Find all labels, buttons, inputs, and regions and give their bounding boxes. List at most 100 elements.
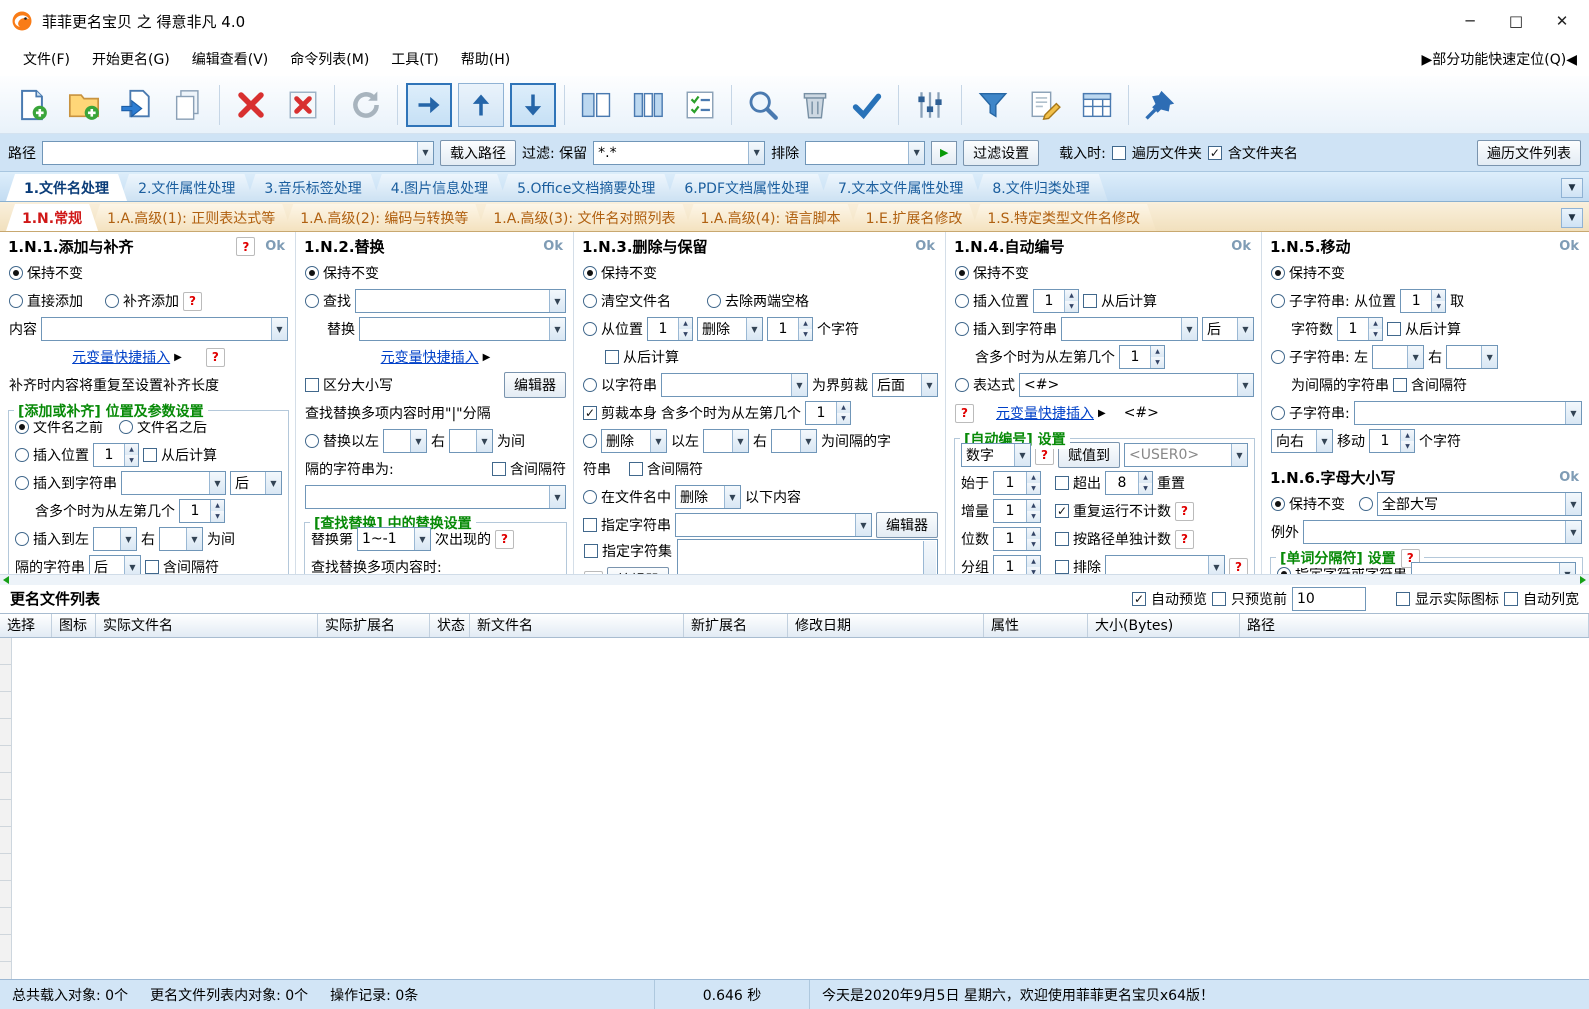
start-spinner[interactable]: 1 bbox=[993, 471, 1041, 495]
nth-occurrence-spinner[interactable]: 1 bbox=[179, 499, 225, 523]
digits-spinner[interactable]: 1 bbox=[993, 527, 1041, 551]
more-main-tabs-button[interactable]: ▼ bbox=[1561, 178, 1583, 198]
from-position-spinner[interactable]: 1 bbox=[1400, 289, 1447, 313]
dropdown-arrow-icon[interactable] bbox=[1237, 318, 1253, 340]
dropdown-arrow-icon[interactable] bbox=[1316, 430, 1332, 452]
radio-by-string[interactable] bbox=[583, 378, 597, 392]
copy-list-button[interactable] bbox=[162, 80, 214, 130]
ok-button[interactable]: Ok bbox=[261, 239, 289, 254]
spin-down-icon[interactable] bbox=[1027, 511, 1040, 522]
tab-pdf-properties[interactable]: 6.PDF文档属性处理 bbox=[666, 174, 827, 201]
dropdown-arrow-icon[interactable] bbox=[549, 318, 565, 340]
auto-width-checkbox[interactable] bbox=[1504, 591, 1518, 606]
spin-up-icon[interactable] bbox=[1432, 290, 1446, 301]
path-combobox[interactable] bbox=[42, 140, 434, 165]
quick-locate-link[interactable]: ▶部分功能快速定位(Q)◀ bbox=[1422, 49, 1577, 69]
help-button[interactable]: ? bbox=[955, 403, 974, 423]
spin-up-icon[interactable] bbox=[125, 444, 138, 455]
spin-down-icon[interactable] bbox=[679, 329, 692, 340]
replacement-combobox[interactable] bbox=[305, 485, 566, 509]
dropdown-arrow-icon[interactable] bbox=[855, 514, 871, 536]
tab-image-info[interactable]: 4.图片信息处理 bbox=[373, 174, 506, 201]
filter-flag-button[interactable] bbox=[967, 80, 1019, 130]
no-repeat-count-checkbox[interactable] bbox=[1055, 504, 1069, 518]
charset-textarea[interactable] bbox=[677, 539, 938, 574]
ok-button[interactable]: Ok bbox=[1555, 470, 1583, 485]
spin-up-icon[interactable] bbox=[1151, 346, 1164, 357]
exclude-combobox[interactable] bbox=[1105, 555, 1225, 574]
overflow-spinner[interactable]: 8 bbox=[1105, 471, 1153, 495]
dropdown-arrow-icon[interactable] bbox=[271, 318, 287, 340]
meta-insert-link[interactable]: 元变量快捷插入 bbox=[381, 347, 479, 367]
radio-from-position[interactable] bbox=[583, 322, 597, 336]
ok-button[interactable]: Ok bbox=[1555, 239, 1583, 254]
radio-trim-spaces[interactable] bbox=[707, 294, 721, 308]
meta-insert-link[interactable]: 元变量快捷插入 bbox=[996, 403, 1094, 423]
column-header-select[interactable]: 选择 bbox=[0, 613, 52, 637]
find-combobox[interactable] bbox=[355, 289, 566, 313]
include-separator-checkbox[interactable] bbox=[1393, 378, 1407, 392]
dropdown-arrow-icon[interactable] bbox=[476, 430, 492, 452]
subtab-encoding[interactable]: 1.A.高级(2): 编码与转换等 bbox=[284, 204, 484, 231]
dropdown-arrow-icon[interactable] bbox=[209, 472, 225, 494]
menu-start-rename[interactable]: 开始更名(G) bbox=[81, 44, 181, 74]
from-end-checkbox[interactable] bbox=[1083, 294, 1097, 308]
dropdown-arrow-icon[interactable] bbox=[908, 141, 925, 164]
nth-occurrence-spinner[interactable]: 1 bbox=[805, 401, 851, 425]
increment-spinner[interactable]: 1 bbox=[993, 499, 1041, 523]
menu-command-list[interactable]: 命令列表(M) bbox=[279, 44, 380, 74]
crop-side-combobox[interactable]: 后面 bbox=[872, 373, 938, 397]
spin-down-icon[interactable] bbox=[1151, 357, 1164, 368]
file-table-body[interactable] bbox=[0, 637, 1589, 979]
spin-down-icon[interactable] bbox=[837, 413, 850, 424]
dropdown-arrow-icon[interactable] bbox=[1565, 521, 1581, 543]
panel-columns-button[interactable] bbox=[622, 80, 674, 130]
spin-up-icon[interactable] bbox=[1369, 318, 1382, 329]
help-button[interactable]: ? bbox=[1175, 529, 1194, 549]
panel-left-button[interactable] bbox=[570, 80, 622, 130]
insert-position-spinner[interactable]: 1 bbox=[1033, 289, 1079, 313]
clear-all-button[interactable] bbox=[277, 80, 329, 130]
subtab-mapping-list[interactable]: 1.A.高级(3): 文件名对照列表 bbox=[477, 204, 691, 231]
nth-occurrence-spinner[interactable]: 1 bbox=[1119, 345, 1165, 369]
editor-button[interactable]: 编辑器 bbox=[504, 372, 566, 398]
radio-case-mode[interactable] bbox=[1359, 497, 1373, 511]
spin-up-icon[interactable] bbox=[1027, 528, 1040, 539]
spin-down-icon[interactable] bbox=[1401, 441, 1414, 452]
radio-clear-name[interactable] bbox=[583, 294, 597, 308]
dropdown-arrow-icon[interactable] bbox=[800, 430, 816, 452]
menu-help[interactable]: 帮助(H) bbox=[450, 44, 521, 74]
spin-down-icon[interactable] bbox=[1065, 301, 1078, 312]
delete-mode-combobox[interactable]: 删除 bbox=[601, 429, 667, 453]
direction-combobox[interactable]: 向右 bbox=[1271, 429, 1333, 453]
column-header-new-filename[interactable]: 新文件名 bbox=[470, 613, 684, 637]
scroll-right-icon[interactable] bbox=[1580, 575, 1586, 584]
spin-up-icon[interactable] bbox=[799, 318, 812, 329]
search-button[interactable] bbox=[737, 80, 789, 130]
scroll-left-icon[interactable] bbox=[3, 575, 9, 584]
expand-arrow-icon[interactable]: ▶ bbox=[483, 352, 491, 363]
dropdown-arrow-icon[interactable] bbox=[549, 290, 565, 312]
expand-arrow-icon[interactable]: ▶ bbox=[1098, 408, 1106, 419]
include-separator-checkbox[interactable] bbox=[629, 462, 643, 476]
radio-direct-add[interactable] bbox=[9, 294, 23, 308]
spin-down-icon[interactable] bbox=[1432, 301, 1446, 312]
pin-button[interactable] bbox=[1134, 80, 1186, 130]
more-sub-tabs-button[interactable]: ▼ bbox=[1561, 208, 1583, 228]
column-header-size[interactable]: 大小(Bytes) bbox=[1088, 613, 1240, 637]
add-folder-button[interactable] bbox=[58, 80, 110, 130]
position-spinner[interactable]: 1 bbox=[647, 317, 693, 341]
overflow-checkbox[interactable] bbox=[1055, 476, 1069, 490]
dropdown-arrow-icon[interactable] bbox=[791, 374, 807, 396]
subtab-extension[interactable]: 1.E.扩展名修改 bbox=[850, 204, 979, 231]
exception-combobox[interactable] bbox=[1303, 520, 1582, 544]
help-button[interactable]: ? bbox=[495, 529, 514, 549]
crop-self-checkbox[interactable] bbox=[583, 406, 597, 420]
ok-button[interactable]: Ok bbox=[539, 239, 567, 254]
help-button[interactable]: ? bbox=[183, 291, 202, 311]
help-button[interactable]: ? bbox=[1229, 557, 1248, 574]
menu-tools[interactable]: 工具(T) bbox=[380, 44, 449, 74]
dropdown-arrow-icon[interactable] bbox=[921, 374, 937, 396]
radio-keep[interactable] bbox=[1271, 266, 1285, 280]
dropdown-arrow-icon[interactable] bbox=[1565, 402, 1581, 424]
